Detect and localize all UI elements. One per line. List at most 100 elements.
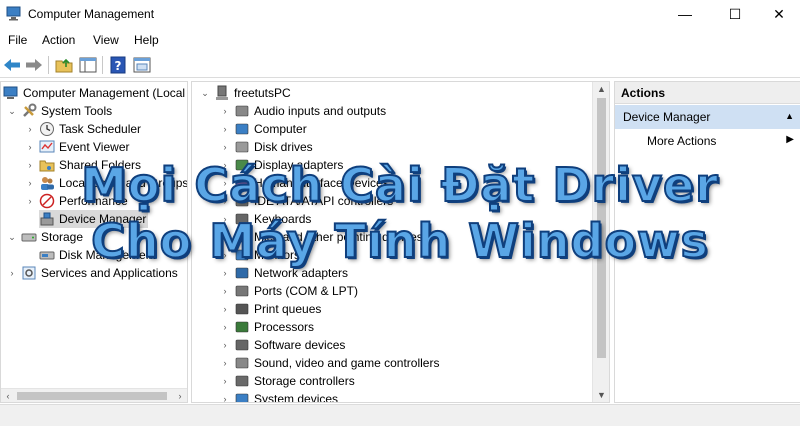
menu-help[interactable]: Help bbox=[134, 33, 159, 47]
forward-arrow-icon[interactable] bbox=[24, 55, 44, 75]
tree-item-disk-management[interactable]: Disk Management bbox=[39, 246, 156, 264]
menu-file[interactable]: File bbox=[8, 33, 27, 47]
port-icon bbox=[234, 283, 250, 299]
device-category-row[interactable]: › Network adapters bbox=[218, 264, 349, 282]
device-category-row[interactable]: › Processors bbox=[218, 318, 315, 336]
chevron-right-icon[interactable]: › bbox=[218, 176, 232, 190]
device-category-row[interactable]: › Software devices bbox=[218, 336, 346, 354]
chevron-right-icon[interactable]: › bbox=[218, 122, 232, 136]
collapse-up-icon[interactable]: ▲ bbox=[785, 111, 794, 121]
chevron-right-icon[interactable]: › bbox=[218, 140, 232, 154]
tree-item-performance[interactable]: › Performance bbox=[23, 192, 128, 210]
device-category-label: Monitors bbox=[254, 248, 301, 262]
vertical-scrollbar[interactable]: ▲ ▼ bbox=[592, 82, 609, 402]
device-category-row[interactable]: › Disk drives bbox=[218, 138, 313, 156]
device-category-row[interactable]: › Display adapters bbox=[218, 156, 344, 174]
tree-item-local-users-groups[interactable]: › Local Users and Groups bbox=[23, 174, 187, 192]
chevron-right-icon[interactable]: › bbox=[23, 158, 37, 172]
tree-item-storage[interactable]: ⌄ Storage bbox=[5, 228, 83, 246]
chevron-right-icon[interactable]: › bbox=[218, 158, 232, 172]
chevron-right-icon[interactable]: › bbox=[23, 122, 37, 136]
menu-view[interactable]: View bbox=[93, 33, 119, 47]
printer-icon bbox=[234, 301, 250, 317]
disk-management-icon bbox=[39, 247, 55, 263]
tree-item-shared-folders[interactable]: › Shared Folders bbox=[23, 156, 142, 174]
chevron-right-icon[interactable]: › bbox=[218, 248, 232, 262]
chevron-right-icon[interactable]: › bbox=[5, 266, 19, 280]
device-tree-pane[interactable]: ⌄ freetutsPC › Audio inputs and outputs › C… bbox=[191, 81, 610, 403]
device-root[interactable]: ⌄ freetutsPC bbox=[198, 84, 291, 102]
chevron-right-icon[interactable]: › bbox=[218, 356, 232, 370]
device-category-row[interactable]: › System devices bbox=[218, 390, 339, 403]
chevron-right-icon[interactable]: › bbox=[23, 176, 37, 190]
scroll-up-icon[interactable]: ▲ bbox=[593, 84, 609, 94]
tree-item-device-manager[interactable]: Device Manager bbox=[39, 210, 149, 228]
storage-controller-icon bbox=[234, 373, 250, 389]
chevron-right-icon[interactable]: › bbox=[218, 392, 232, 402]
device-category-row[interactable]: › Computer bbox=[218, 120, 307, 138]
chevron-right-icon[interactable]: › bbox=[218, 338, 232, 352]
tree-item-event-viewer[interactable]: › Event Viewer bbox=[23, 138, 130, 156]
show-hide-tree-icon[interactable] bbox=[78, 55, 98, 75]
chevron-down-icon[interactable]: ⌄ bbox=[198, 86, 212, 100]
device-category-row[interactable]: › Sound, video and game controllers bbox=[218, 354, 440, 372]
maximize-button[interactable]: ☐ bbox=[712, 0, 758, 28]
menu-bar: File Action View Help bbox=[0, 29, 800, 51]
scroll-thumb[interactable] bbox=[597, 98, 606, 358]
chevron-right-icon[interactable]: › bbox=[218, 230, 232, 244]
device-category-label: Processors bbox=[254, 320, 315, 334]
scroll-down-icon[interactable]: ▼ bbox=[593, 390, 609, 400]
device-category-label: Disk drives bbox=[254, 140, 313, 154]
close-button[interactable]: ✕ bbox=[756, 0, 800, 28]
toolbar: ? bbox=[0, 52, 800, 78]
chevron-right-icon[interactable]: › bbox=[218, 194, 232, 208]
back-arrow-icon[interactable] bbox=[2, 55, 22, 75]
tree-item-system-tools[interactable]: ⌄ System Tools bbox=[5, 102, 112, 120]
device-category-row[interactable]: › IDE ATA/ATAPI controllers bbox=[218, 192, 394, 210]
more-actions-link[interactable]: More Actions bbox=[647, 134, 716, 148]
scroll-right-icon[interactable]: › bbox=[173, 389, 187, 402]
device-category-row[interactable]: › Monitors bbox=[218, 246, 301, 264]
actions-group-device-manager[interactable]: Device Manager ▲ bbox=[615, 105, 800, 129]
chevron-right-icon[interactable]: › bbox=[218, 104, 232, 118]
tools-icon bbox=[21, 103, 37, 119]
chevron-down-icon[interactable]: ⌄ bbox=[5, 230, 19, 244]
computer-icon bbox=[214, 85, 230, 101]
device-category-row[interactable]: › Storage controllers bbox=[218, 372, 355, 390]
device-category-label: System devices bbox=[254, 392, 339, 403]
tree-item-task-scheduler[interactable]: › Task Scheduler bbox=[23, 120, 141, 138]
chevron-right-icon[interactable]: › bbox=[218, 284, 232, 298]
minimize-button[interactable]: — bbox=[662, 0, 708, 28]
help-icon[interactable]: ? bbox=[108, 55, 128, 75]
chevron-right-icon[interactable]: › bbox=[218, 320, 232, 334]
chevron-right-icon[interactable]: › bbox=[218, 374, 232, 388]
chevron-right-icon[interactable]: › bbox=[218, 266, 232, 280]
chevron-right-icon[interactable]: › bbox=[23, 194, 37, 208]
horizontal-scrollbar[interactable]: ‹ › bbox=[1, 388, 187, 402]
computer-management-icon bbox=[3, 85, 19, 101]
chevron-right-icon[interactable]: › bbox=[23, 140, 37, 154]
menu-action[interactable]: Action bbox=[42, 33, 75, 47]
submenu-arrow-icon[interactable]: ▶ bbox=[786, 134, 794, 145]
device-category-row[interactable]: › Mice and other pointing devices bbox=[218, 228, 423, 246]
hid-icon bbox=[234, 175, 250, 191]
device-category-row[interactable]: › Ports (COM & LPT) bbox=[218, 282, 359, 300]
chevron-right-icon[interactable]: › bbox=[218, 302, 232, 316]
chevron-right-icon[interactable]: › bbox=[218, 212, 232, 226]
device-category-row[interactable]: › Print queues bbox=[218, 300, 322, 318]
device-category-row[interactable]: › Audio inputs and outputs bbox=[218, 102, 387, 120]
tree-item-services-applications[interactable]: › Services and Applications bbox=[5, 264, 178, 282]
device-category-label: IDE ATA/ATAPI controllers bbox=[254, 194, 394, 208]
scroll-left-icon[interactable]: ‹ bbox=[1, 389, 15, 402]
console-tree-pane[interactable]: Computer Management (Local ⌄ System Tool… bbox=[0, 81, 188, 403]
properties-icon[interactable] bbox=[132, 55, 152, 75]
device-category-row[interactable]: › Human Interface Devices bbox=[218, 174, 389, 192]
device-category-label: Software devices bbox=[254, 338, 346, 352]
scroll-thumb[interactable] bbox=[17, 392, 167, 400]
chevron-down-icon[interactable]: ⌄ bbox=[5, 104, 19, 118]
device-category-label: Audio inputs and outputs bbox=[254, 104, 387, 118]
tree-item-computer-management[interactable]: Computer Management (Local bbox=[3, 84, 185, 102]
device-category-row[interactable]: › Keyboards bbox=[218, 210, 312, 228]
computer-management-icon bbox=[6, 6, 22, 21]
up-folder-icon[interactable] bbox=[54, 55, 74, 75]
